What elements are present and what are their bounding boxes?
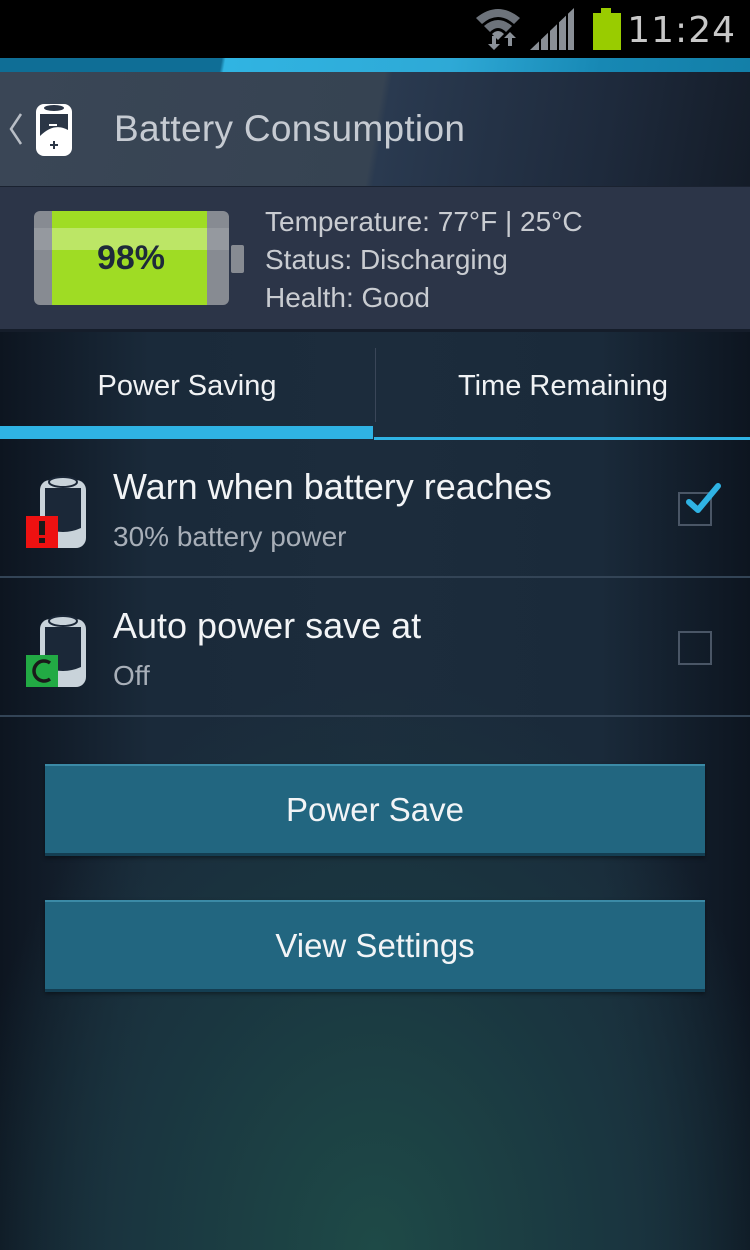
battery-icon[interactable] — [34, 100, 74, 163]
wifi-data-icon — [474, 6, 522, 55]
page-title: Battery Consumption — [114, 108, 466, 149]
status-text: Status: Discharging — [265, 244, 508, 275]
battery-details: Temperature: 77°F | 25°C Status: Dischar… — [265, 203, 583, 317]
auto-power-save-checkbox[interactable] — [678, 631, 712, 665]
action-bar: Battery Consumption — [0, 72, 750, 188]
battery-info-panel: 98% Temperature: 77°F | 25°C Status: Dis… — [0, 187, 750, 332]
temperature-text: Temperature: 77°F | 25°C — [265, 206, 583, 237]
setting-subtitle: 30% battery power — [113, 521, 347, 552]
tab-bar: Power Saving Time Remaining — [0, 330, 750, 440]
battery-level-gauge: 98% — [34, 211, 229, 305]
battery-auto-save-icon — [26, 609, 90, 694]
signal-strength-icon — [530, 6, 576, 55]
list-divider — [0, 576, 750, 578]
warn-battery-checkbox[interactable] — [678, 483, 721, 526]
checkmark-icon — [686, 478, 722, 523]
power-save-button[interactable]: Power Save — [45, 764, 705, 856]
tab-power-saving[interactable]: Power Saving — [0, 330, 374, 440]
setting-warn-battery[interactable]: Warn when battery reaches 30% battery po… — [0, 440, 750, 578]
active-tab-indicator — [0, 426, 373, 439]
setting-title: Warn when battery reaches — [113, 466, 552, 507]
list-divider — [0, 715, 750, 717]
setting-subtitle: Off — [113, 660, 150, 691]
setting-auto-power-save[interactable]: Auto power save at Off — [0, 579, 750, 717]
battery-level-label: 98% — [96, 239, 166, 277]
health-text: Health: Good — [265, 282, 430, 313]
status-time: 11:24 — [627, 10, 736, 51]
tab-time-remaining[interactable]: Time Remaining — [376, 330, 750, 440]
setting-title: Auto power save at — [113, 605, 422, 646]
battery-tip — [231, 245, 244, 273]
view-settings-button[interactable]: View Settings — [45, 900, 705, 992]
app-screen: Battery Consumption 98% Temperature: 77°… — [0, 58, 750, 1250]
battery-full-icon — [592, 6, 622, 55]
accent-strip — [0, 58, 750, 72]
battery-warning-icon — [26, 470, 90, 555]
chevron-left-icon[interactable] — [8, 112, 24, 146]
status-bar: 11:24 — [0, 0, 750, 58]
